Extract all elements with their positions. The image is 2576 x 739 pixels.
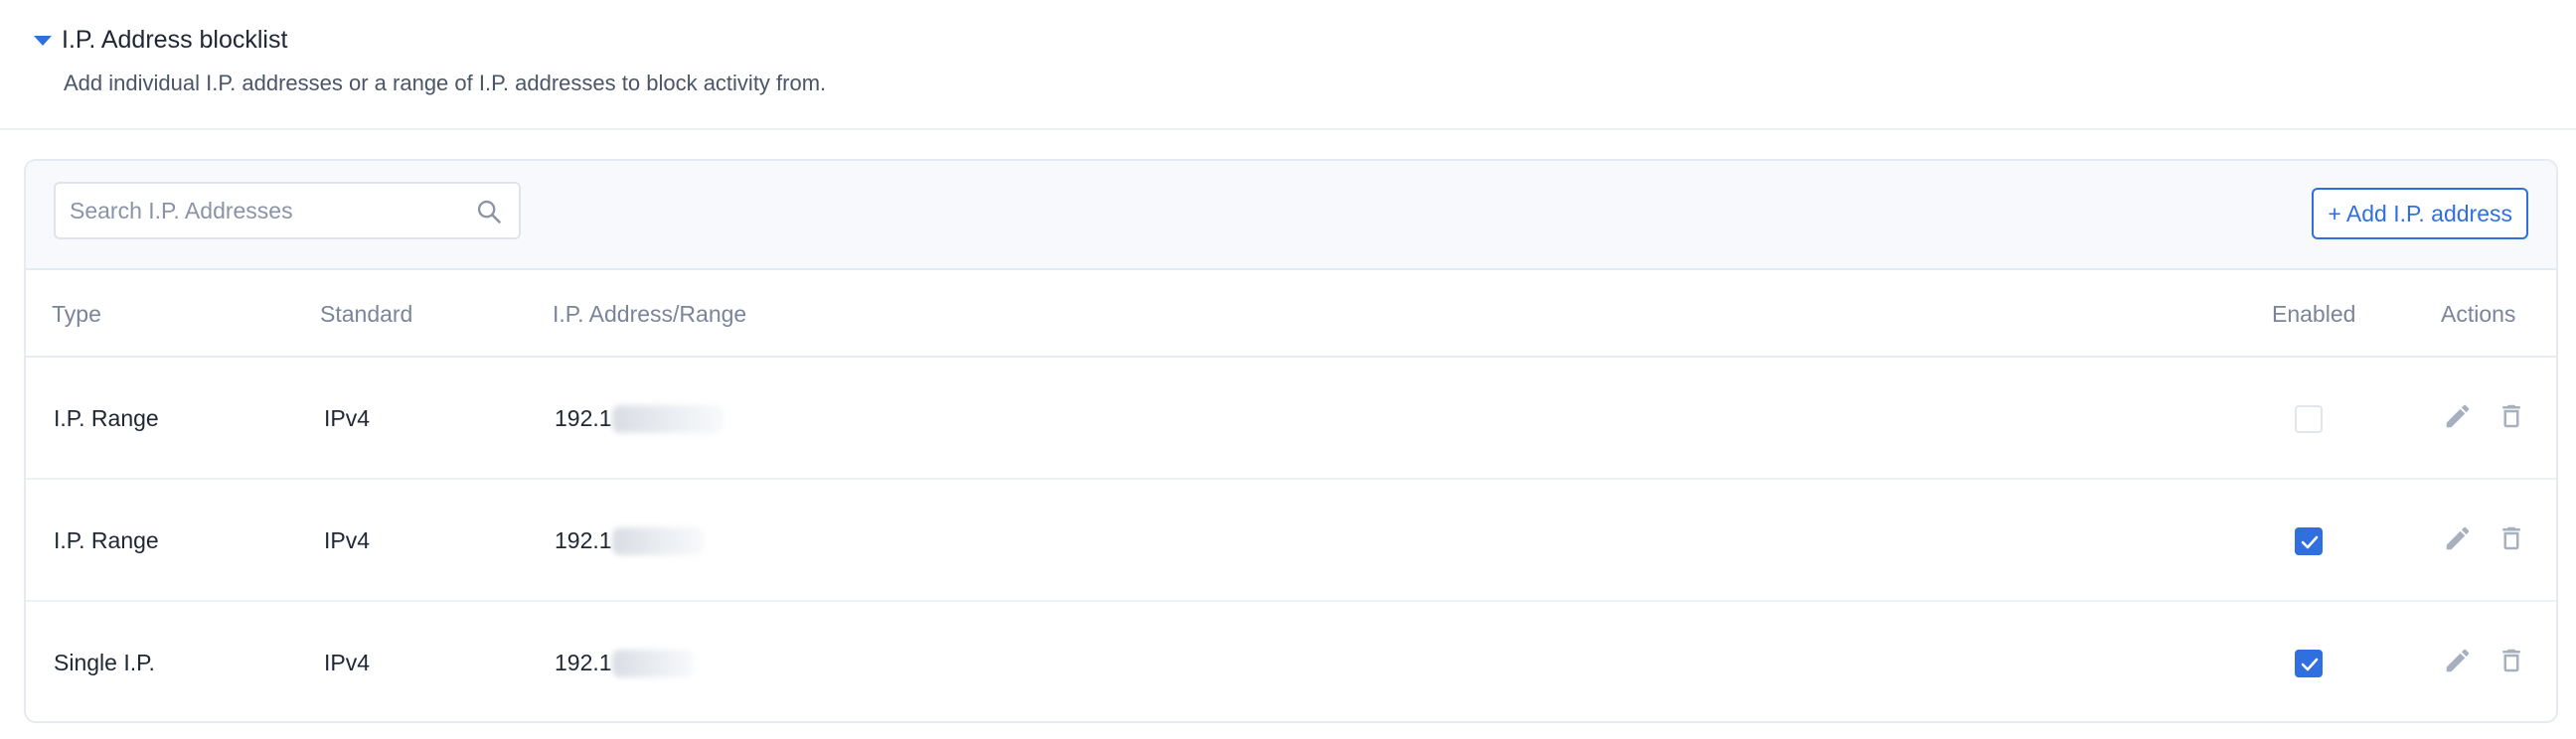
cell-type: I.P. Range (54, 527, 159, 553)
pencil-icon[interactable] (2443, 646, 2473, 675)
table-row: I.P. Range IPv4 192.1 (26, 480, 2556, 602)
redacted-ip-blur (611, 649, 694, 677)
cell-standard: IPv4 (324, 650, 371, 675)
cell-type: I.P. Range (54, 405, 159, 431)
search-input[interactable] (70, 184, 457, 237)
table-header: Type Standard I.P. Address/Range Enabled… (26, 270, 2556, 358)
trash-icon[interactable] (2496, 523, 2526, 553)
table-row: Single I.P. IPv4 192.1 (26, 602, 2556, 721)
column-header-standard: Standard (320, 301, 413, 327)
section-description: Add individual I.P. addresses or a range… (64, 71, 827, 95)
table-row: I.P. Range IPv4 192.1 (26, 358, 2556, 480)
cell-address: 192.1 (555, 602, 694, 721)
cell-standard: IPv4 (324, 405, 371, 431)
cell-address: 192.1 (555, 480, 704, 602)
check-icon (2301, 535, 2319, 549)
column-header-type: Type (52, 301, 101, 327)
pencil-icon[interactable] (2443, 401, 2473, 431)
pencil-icon[interactable] (2443, 523, 2473, 553)
ip-address-visible: 192.1 (555, 405, 612, 431)
ip-address-visible: 192.1 (555, 527, 612, 553)
search-icon[interactable] (475, 198, 503, 225)
redacted-ip-blur (611, 526, 704, 555)
add-ip-address-button[interactable]: + Add I.P. address (2312, 188, 2528, 239)
cell-standard: IPv4 (324, 527, 371, 553)
column-header-actions: Actions (2441, 301, 2516, 327)
redacted-ip-blur (611, 404, 724, 433)
cell-address: 192.1 (555, 358, 724, 480)
cell-type: Single I.P. (54, 650, 155, 675)
caret-down-icon (34, 35, 52, 46)
column-header-enabled: Enabled (2272, 301, 2356, 327)
trash-icon[interactable] (2496, 401, 2526, 431)
search-box (54, 182, 521, 239)
enabled-checkbox[interactable] (2295, 527, 2323, 555)
ip-address-visible: 192.1 (555, 650, 612, 675)
check-icon (2301, 658, 2319, 671)
enabled-checkbox[interactable] (2295, 405, 2323, 433)
enabled-checkbox[interactable] (2295, 650, 2323, 677)
column-header-address: I.P. Address/Range (553, 301, 747, 327)
blocklist-section-toggle[interactable]: I.P. Address blocklist (34, 26, 287, 55)
section-title: I.P. Address blocklist (62, 26, 288, 54)
blocklist-section-header: I.P. Address blocklist Add individual I.… (0, 0, 2576, 130)
table-toolbar: + Add I.P. address (26, 161, 2556, 270)
trash-icon[interactable] (2496, 646, 2526, 675)
blocklist-card: + Add I.P. address Type Standard I.P. Ad… (24, 159, 2558, 723)
